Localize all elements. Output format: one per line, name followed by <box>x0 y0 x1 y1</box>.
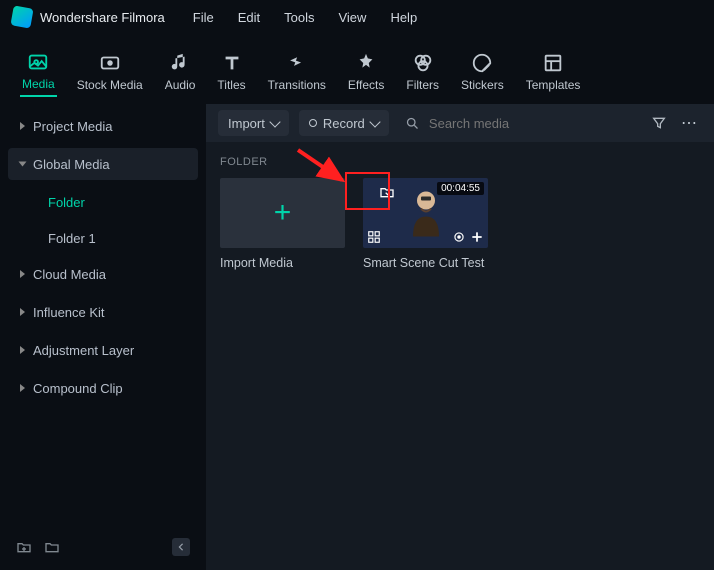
media-card[interactable]: 00:04:55 Smart Scene Cut Test <box>363 178 488 270</box>
caret-icon <box>20 384 25 392</box>
tab-effects[interactable]: Effects <box>346 48 386 96</box>
menu-file[interactable]: File <box>193 10 214 25</box>
person-thumbnail <box>403 187 449 240</box>
chevron-down-icon <box>369 116 380 127</box>
content-area: Import Record ⋯ FOLDER + Import M <box>206 104 714 570</box>
media-icon <box>27 51 49 73</box>
media-thumb[interactable]: 00:04:55 <box>363 178 488 248</box>
card-label: Import Media <box>220 256 345 270</box>
filters-icon <box>412 52 434 74</box>
menu-view[interactable]: View <box>338 10 366 25</box>
content-toolbar: Import Record ⋯ <box>206 104 714 142</box>
target-icon[interactable] <box>452 230 466 244</box>
templates-icon <box>542 52 564 74</box>
caret-icon <box>20 308 25 316</box>
tab-stock-media[interactable]: Stock Media <box>75 48 145 96</box>
add-icon[interactable] <box>470 230 484 244</box>
tab-media[interactable]: Media <box>20 47 57 97</box>
record-dot-icon <box>309 119 317 127</box>
tab-filters[interactable]: Filters <box>404 48 441 96</box>
tab-transitions[interactable]: Transitions <box>266 48 328 96</box>
card-label: Smart Scene Cut Test <box>363 256 488 270</box>
caret-down-icon <box>19 162 27 167</box>
folder-icon[interactable] <box>44 539 60 555</box>
media-grid: + Import Media 00:04:55 <box>206 178 714 270</box>
sidebar-sub-folder-1[interactable]: Folder 1 <box>8 222 198 254</box>
import-media-thumb[interactable]: + <box>220 178 345 248</box>
tab-templates[interactable]: Templates <box>524 48 583 96</box>
folder-badge-icon <box>375 182 399 202</box>
plus-icon: + <box>274 196 292 230</box>
menubar: File Edit Tools View Help <box>193 10 417 25</box>
tab-titles[interactable]: Titles <box>215 48 247 96</box>
filter-icon[interactable] <box>650 114 668 132</box>
sidebar-item-adjustment-layer[interactable]: Adjustment Layer <box>8 334 198 366</box>
record-button[interactable]: Record <box>299 110 389 136</box>
caret-icon <box>20 270 25 278</box>
menu-tools[interactable]: Tools <box>284 10 314 25</box>
stickers-icon <box>471 52 493 74</box>
app-title: Wondershare Filmora <box>40 10 165 25</box>
stock-media-icon <box>99 52 121 74</box>
import-button[interactable]: Import <box>218 110 289 136</box>
collapse-sidebar-button[interactable] <box>172 538 190 556</box>
effects-icon <box>355 52 377 74</box>
import-media-card[interactable]: + Import Media <box>220 178 345 270</box>
tab-audio[interactable]: Audio <box>163 48 198 96</box>
titles-icon <box>221 52 243 74</box>
menu-edit[interactable]: Edit <box>238 10 260 25</box>
search-box[interactable] <box>399 114 640 132</box>
menu-help[interactable]: Help <box>390 10 417 25</box>
sidebar-item-cloud-media[interactable]: Cloud Media <box>8 258 198 290</box>
caret-icon <box>20 122 25 130</box>
transitions-icon <box>286 52 308 74</box>
overlay-left <box>367 230 381 244</box>
sidebar-item-global-media[interactable]: Global Media <box>8 148 198 180</box>
tab-stickers[interactable]: Stickers <box>459 48 506 96</box>
more-button[interactable]: ⋯ <box>678 113 702 133</box>
sidebar: Project Media Global Media Folder Folder… <box>0 104 206 570</box>
tool-tabs: Media Stock Media Audio Titles Transitio… <box>0 34 714 104</box>
main-area: Project Media Global Media Folder Folder… <box>0 104 714 570</box>
grid-icon[interactable] <box>367 230 381 244</box>
sidebar-item-project-media[interactable]: Project Media <box>8 110 198 142</box>
caret-icon <box>20 346 25 354</box>
sidebar-item-compound-clip[interactable]: Compound Clip <box>8 372 198 404</box>
sidebar-sub-folder[interactable]: Folder <box>8 186 198 218</box>
overlay-right <box>452 230 484 244</box>
new-folder-icon[interactable] <box>16 539 32 555</box>
section-label: FOLDER <box>206 142 714 178</box>
audio-icon <box>169 52 191 74</box>
chevron-down-icon <box>269 116 280 127</box>
app-logo-icon <box>10 5 33 28</box>
search-input[interactable] <box>429 116 640 131</box>
search-icon <box>405 114 421 132</box>
sidebar-footer <box>8 530 198 564</box>
titlebar: Wondershare Filmora File Edit Tools View… <box>0 0 714 34</box>
sidebar-item-influence-kit[interactable]: Influence Kit <box>8 296 198 328</box>
